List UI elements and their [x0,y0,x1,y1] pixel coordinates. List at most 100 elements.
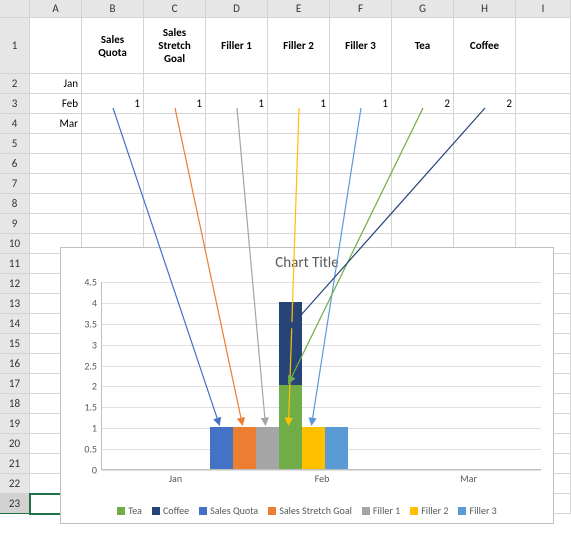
bar-filler-3[interactable] [325,427,348,469]
legend-item-sales-quota[interactable]: Sales Quota [199,504,258,517]
cell-I9[interactable] [516,214,571,234]
row-head-12[interactable]: 12 [0,274,30,294]
cell-B3[interactable]: 1 [82,94,144,114]
cell-F8[interactable] [330,194,392,214]
row-head-20[interactable]: 20 [0,434,30,454]
cell-E4[interactable] [268,114,330,134]
cell-I4[interactable] [516,114,571,134]
cell-C6[interactable] [144,154,206,174]
cell-H7[interactable] [454,174,516,194]
cell-H5[interactable] [454,134,516,154]
row-head-17[interactable]: 17 [0,374,30,394]
bar-tea[interactable] [279,385,302,469]
cell-D6[interactable] [206,154,268,174]
cell-E8[interactable] [268,194,330,214]
cell-F7[interactable] [330,174,392,194]
cell-C5[interactable] [144,134,206,154]
cell-I7[interactable] [516,174,571,194]
cell-G6[interactable] [392,154,454,174]
row-head-13[interactable]: 13 [0,294,30,314]
cell-I8[interactable] [516,194,571,214]
cell-E2[interactable] [268,74,330,94]
cell-E3[interactable]: 1 [268,94,330,114]
col-head-F[interactable]: F [330,0,392,18]
row-head-8[interactable]: 8 [0,194,30,214]
bar-filler-2[interactable] [302,427,325,469]
select-all-corner[interactable] [0,0,30,18]
cell-G1[interactable]: Tea [392,18,454,74]
cell-E9[interactable] [268,214,330,234]
cell-B6[interactable] [82,154,144,174]
col-head-I[interactable]: I [516,0,571,18]
row-head-18[interactable]: 18 [0,394,30,414]
cell-D5[interactable] [206,134,268,154]
cell-E5[interactable] [268,134,330,154]
cell-D2[interactable] [206,74,268,94]
cell-D4[interactable] [206,114,268,134]
cell-B8[interactable] [82,194,144,214]
cell-G3[interactable]: 2 [392,94,454,114]
cell-D1[interactable]: Filler 1 [206,18,268,74]
row-head-16[interactable]: 16 [0,354,30,374]
row-head-5[interactable]: 5 [0,134,30,154]
cell-C8[interactable] [144,194,206,214]
cell-D7[interactable] [206,174,268,194]
cell-C4[interactable] [144,114,206,134]
cell-C1[interactable]: Sales Stretch Goal [144,18,206,74]
cell-C2[interactable] [144,74,206,94]
legend-item-filler-1[interactable]: Filler 1 [362,504,400,517]
row-head-22[interactable]: 22 [0,474,30,494]
cell-A7[interactable] [30,174,82,194]
cell-H6[interactable] [454,154,516,174]
cell-F6[interactable] [330,154,392,174]
row-head-23[interactable]: 23 [0,494,30,514]
col-head-C[interactable]: C [144,0,206,18]
cell-G9[interactable] [392,214,454,234]
row-head-9[interactable]: 9 [0,214,30,234]
cell-H8[interactable] [454,194,516,214]
row-head-15[interactable]: 15 [0,334,30,354]
cell-C7[interactable] [144,174,206,194]
col-head-A[interactable]: A [30,0,82,18]
cell-A8[interactable] [30,194,82,214]
cell-G8[interactable] [392,194,454,214]
cell-I5[interactable] [516,134,571,154]
row-head-10[interactable]: 10 [0,234,30,254]
row-head-6[interactable]: 6 [0,154,30,174]
row-head-3[interactable]: 3 [0,94,30,114]
col-head-E[interactable]: E [268,0,330,18]
row-head-1[interactable]: 1 [0,18,30,74]
cell-A6[interactable] [30,154,82,174]
cell-A5[interactable] [30,134,82,154]
cell-B1[interactable]: Sales Quota [82,18,144,74]
cell-E6[interactable] [268,154,330,174]
cell-C3[interactable]: 1 [144,94,206,114]
cell-A1[interactable] [30,18,82,74]
bar-sales-stretch-goal[interactable] [233,427,256,469]
row-head-14[interactable]: 14 [0,314,30,334]
bar-filler-1[interactable] [256,427,279,469]
cell-F1[interactable]: Filler 3 [330,18,392,74]
col-head-B[interactable]: B [82,0,144,18]
cell-I2[interactable] [516,74,571,94]
row-head-11[interactable]: 11 [0,254,30,274]
cell-G4[interactable] [392,114,454,134]
cell-I3[interactable] [516,94,571,114]
row-head-4[interactable]: 4 [0,114,30,134]
legend-item-sales-stretch-goal[interactable]: Sales Stretch Goal [268,504,352,517]
row-head-19[interactable]: 19 [0,414,30,434]
col-head-H[interactable]: H [454,0,516,18]
cell-H2[interactable] [454,74,516,94]
cell-B2[interactable] [82,74,144,94]
cell-G5[interactable] [392,134,454,154]
chart-container[interactable]: Chart Title 00.511.522.533.544.5JanFebMa… [60,247,554,524]
cell-H9[interactable] [454,214,516,234]
cell-F4[interactable] [330,114,392,134]
cell-B4[interactable] [82,114,144,134]
cell-E1[interactable]: Filler 2 [268,18,330,74]
cell-B9[interactable] [82,214,144,234]
cell-H3[interactable]: 2 [454,94,516,114]
legend-item-tea[interactable]: Tea [117,504,142,517]
row-head-2[interactable]: 2 [0,74,30,94]
cell-I6[interactable] [516,154,571,174]
